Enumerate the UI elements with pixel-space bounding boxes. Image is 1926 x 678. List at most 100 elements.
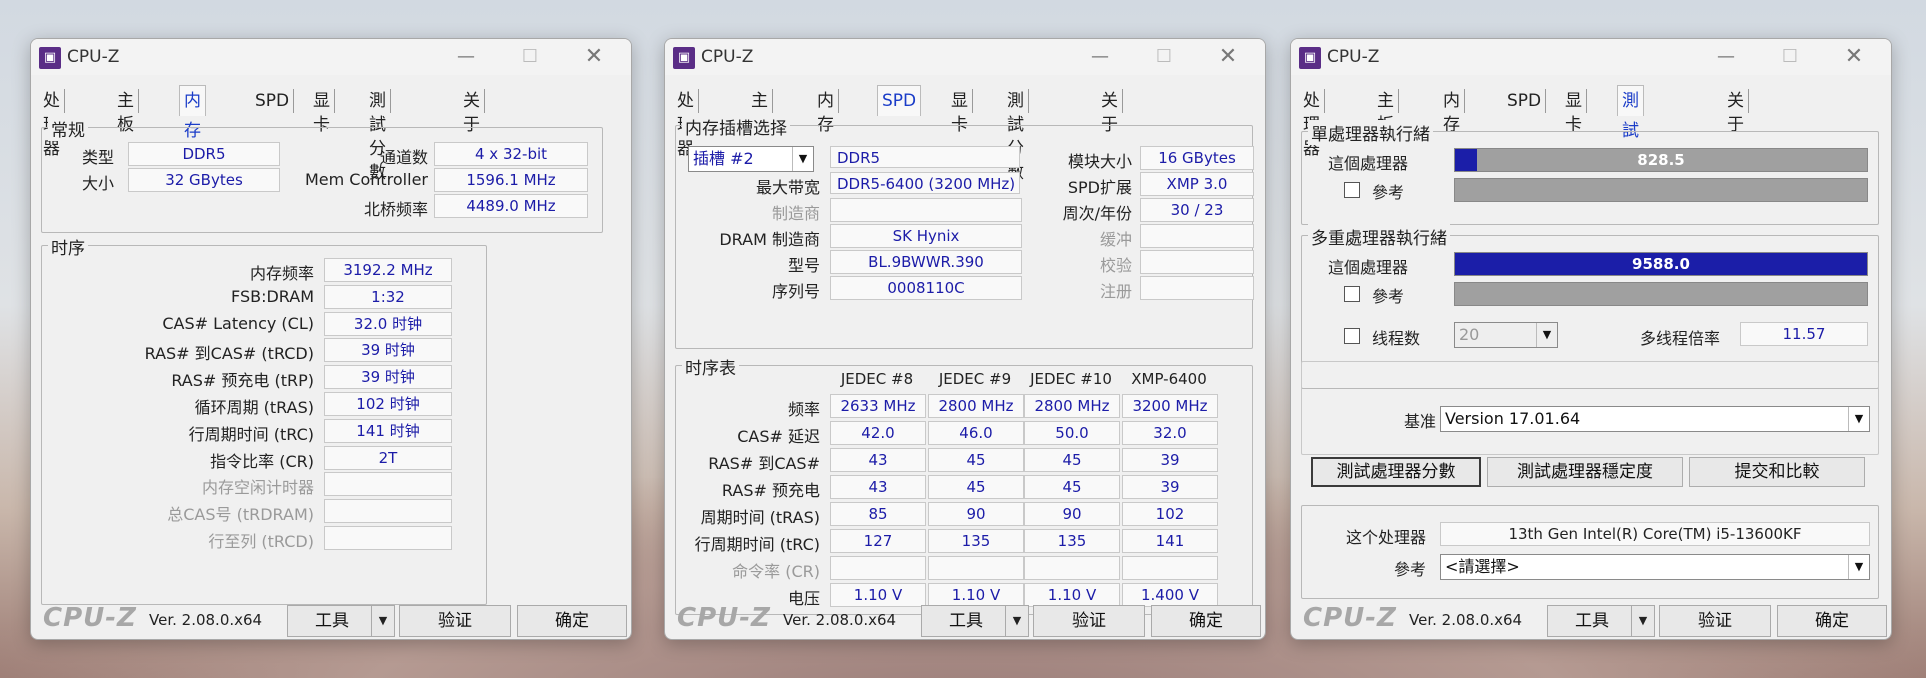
tab-cpu[interactable]: 处理器 bbox=[1299, 89, 1325, 159]
version-label: Ver. 2.08.0.x64 bbox=[783, 611, 897, 629]
timing-cell: 2800 MHz bbox=[928, 394, 1024, 418]
tab-memory[interactable]: 内存 bbox=[179, 85, 206, 141]
timing-value: 39 时钟 bbox=[324, 338, 452, 363]
general-group: 常规 类型 DDR5 大小 32 GBytes 通道数 4 x 32-bit M… bbox=[41, 116, 603, 233]
tab-graphics[interactable]: 显卡 bbox=[1561, 89, 1587, 135]
maximize-icon[interactable]: ☐ bbox=[1775, 45, 1805, 69]
max-bandwidth-value: DDR5-6400 (3200 MHz) bbox=[830, 172, 1020, 194]
this-cpu-label: 這個處理器 bbox=[1328, 258, 1409, 277]
version-label: Ver. 2.08.0.x64 bbox=[149, 611, 263, 629]
timing-row-label: RAS# 到CAS# bbox=[708, 454, 820, 473]
timing-value bbox=[324, 472, 452, 497]
validate-button[interactable]: 验证 bbox=[1033, 605, 1145, 637]
title-bar[interactable]: ▣ CPU-Z — ☐ ✕ bbox=[1291, 39, 1891, 75]
tab-cpu[interactable]: 处理器 bbox=[673, 89, 699, 159]
maximize-icon[interactable]: ☐ bbox=[515, 45, 545, 69]
chevron-down-icon: ▼ bbox=[1536, 323, 1557, 347]
single-ref-label: 參考 bbox=[1372, 183, 1405, 202]
ok-button[interactable]: 确定 bbox=[1777, 605, 1887, 637]
footer: CPU-Z Ver. 2.08.0.x64 工具 ▼ 验证 确定 bbox=[665, 599, 1265, 639]
minimize-icon[interactable]: — bbox=[1085, 45, 1115, 69]
timing-cell: 102 bbox=[1122, 502, 1218, 526]
bench-cpu-button[interactable]: 測試處理器分數 bbox=[1311, 457, 1481, 487]
tab-bench[interactable]: 測試分數 bbox=[1003, 89, 1029, 183]
timing-cell: 43 bbox=[830, 448, 926, 472]
timing-label: 行至列 (tRCD) bbox=[208, 532, 314, 551]
tab-bench[interactable]: 測試分數 bbox=[365, 89, 391, 183]
threads-checkbox[interactable] bbox=[1344, 328, 1360, 344]
tab-about[interactable]: 关于 bbox=[1097, 89, 1123, 135]
timing-cell: 45 bbox=[1024, 475, 1120, 499]
title-bar[interactable]: ▣ CPU-Z — ☐ ✕ bbox=[31, 39, 631, 75]
tab-spd[interactable]: SPD bbox=[251, 89, 295, 113]
mem-type-value: DDR5 bbox=[830, 146, 1020, 168]
max-bandwidth-label: 最大带宽 bbox=[755, 178, 820, 197]
close-icon[interactable]: ✕ bbox=[1213, 45, 1243, 69]
timing-cell: 90 bbox=[1024, 502, 1120, 526]
slot-select-value: 插槽 #2 bbox=[693, 149, 754, 168]
tab-mainboard[interactable]: 主板 bbox=[1373, 89, 1399, 135]
tab-graphics[interactable]: 显卡 bbox=[309, 89, 335, 135]
tools-button[interactable]: 工具 bbox=[1547, 605, 1637, 637]
slot-select[interactable]: 插槽 #2 ▼ bbox=[688, 146, 814, 172]
timing-row-label: 命令率 (CR) bbox=[732, 562, 820, 581]
timing-cell: 45 bbox=[928, 448, 1024, 472]
validate-button[interactable]: 验证 bbox=[399, 605, 511, 637]
timing-cell: 45 bbox=[1024, 448, 1120, 472]
timing-cell: 135 bbox=[1024, 529, 1120, 553]
tab-memory[interactable]: 内存 bbox=[1439, 89, 1465, 135]
reference-select[interactable]: <請選擇> ▼ bbox=[1440, 554, 1870, 580]
multi-ref-checkbox[interactable] bbox=[1344, 286, 1360, 302]
tab-spd[interactable]: SPD bbox=[877, 85, 922, 116]
close-icon[interactable]: ✕ bbox=[579, 45, 609, 69]
window-title: CPU-Z bbox=[701, 47, 754, 67]
minimize-icon[interactable]: — bbox=[451, 45, 481, 69]
tools-button[interactable]: 工具 bbox=[921, 605, 1011, 637]
multi-score-bar: 9588.0 bbox=[1454, 252, 1868, 276]
close-icon[interactable]: ✕ bbox=[1839, 45, 1869, 69]
timing-cell: 45 bbox=[928, 475, 1024, 499]
timing-table-group: 时序表 JEDEC #8 JEDEC #9 JEDEC #10 XMP-6400 频率 2… bbox=[675, 354, 1253, 615]
tools-dropdown-icon[interactable]: ▼ bbox=[1005, 605, 1029, 637]
baseline-group: 基准 Version 17.01.64 ▼ bbox=[1301, 361, 1879, 455]
maximize-icon[interactable]: ☐ bbox=[1149, 45, 1179, 69]
tools-button[interactable]: 工具 bbox=[287, 605, 377, 637]
module-size-value: 16 GBytes bbox=[1140, 146, 1254, 170]
timing-cell: 141 bbox=[1122, 529, 1218, 553]
single-score-value: 828.5 bbox=[1637, 151, 1685, 169]
timing-cell: 43 bbox=[830, 475, 926, 499]
timing-cell: 46.0 bbox=[928, 421, 1024, 445]
tools-dropdown-icon[interactable]: ▼ bbox=[1631, 605, 1655, 637]
submit-compare-button[interactable]: 提交和比較 bbox=[1689, 457, 1865, 487]
validate-button[interactable]: 验证 bbox=[1659, 605, 1771, 637]
timing-value: 102 时钟 bbox=[324, 392, 452, 416]
cpuz-logo: CPU-Z bbox=[1303, 603, 1397, 633]
tab-spd[interactable]: SPD bbox=[1503, 89, 1547, 113]
tab-memory[interactable]: 内存 bbox=[813, 89, 839, 135]
stress-cpu-button[interactable]: 測試處理器穩定度 bbox=[1487, 457, 1683, 487]
memctrl-label: Mem Controller bbox=[304, 170, 428, 189]
minimize-icon[interactable]: — bbox=[1711, 45, 1741, 69]
ok-button[interactable]: 确定 bbox=[517, 605, 627, 637]
threads-select[interactable]: 20 ▼ bbox=[1454, 322, 1558, 348]
tab-mainboard[interactable]: 主板 bbox=[113, 89, 139, 135]
cpuz-app-icon: ▣ bbox=[673, 47, 695, 69]
baseline-select[interactable]: Version 17.01.64 ▼ bbox=[1440, 406, 1870, 432]
processor-group: 这个处理器 13th Gen Intel(R) Core(TM) i5-1360… bbox=[1301, 505, 1879, 599]
tab-cpu[interactable]: 处理器 bbox=[39, 89, 65, 159]
tab-mainboard[interactable]: 主板 bbox=[747, 89, 773, 135]
tab-graphics[interactable]: 显卡 bbox=[947, 89, 973, 135]
single-ref-checkbox[interactable] bbox=[1344, 182, 1360, 198]
tools-dropdown-icon[interactable]: ▼ bbox=[371, 605, 395, 637]
tab-about[interactable]: 关于 bbox=[1723, 89, 1749, 135]
baseline-label: 基准 bbox=[1403, 412, 1436, 431]
ok-button[interactable]: 确定 bbox=[1151, 605, 1261, 637]
dram-mfr-value: SK Hynix bbox=[830, 224, 1022, 248]
tab-bench[interactable]: 測試分數 bbox=[1617, 85, 1644, 201]
mt-ratio-value: 11.57 bbox=[1740, 322, 1868, 346]
module-size-label: 模块大小 bbox=[1067, 152, 1132, 171]
tab-about[interactable]: 关于 bbox=[459, 89, 485, 135]
timing-value: 39 时钟 bbox=[324, 365, 452, 390]
timing-label: CAS# Latency (CL) bbox=[162, 313, 314, 333]
title-bar[interactable]: ▣ CPU-Z — ☐ ✕ bbox=[665, 39, 1265, 75]
